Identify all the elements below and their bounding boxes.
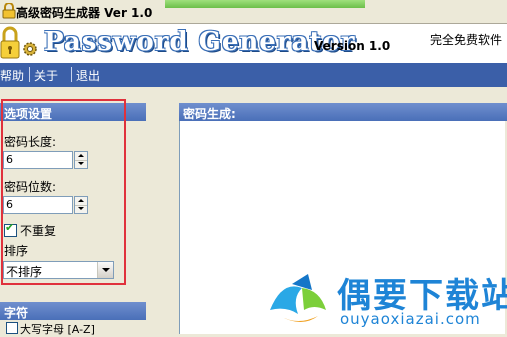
window-title: 高级密码生成器 Ver 1.0 bbox=[16, 6, 153, 20]
password-length-input[interactable]: 6 bbox=[3, 151, 73, 169]
password-count-input[interactable]: 6 bbox=[3, 196, 73, 214]
options-panel-header: 选项设置 bbox=[0, 103, 146, 121]
app-lock-icon bbox=[2, 3, 16, 19]
menu-help[interactable]: 帮助 bbox=[0, 67, 24, 84]
sort-select-value: 不排序 bbox=[6, 265, 43, 279]
password-length-stepper[interactable] bbox=[74, 151, 88, 169]
menu-separator bbox=[71, 67, 72, 82]
chevron-down-icon bbox=[102, 268, 110, 272]
options-panel-title: 选项设置 bbox=[4, 107, 53, 121]
password-count-stepper[interactable] bbox=[74, 196, 88, 214]
uppercase-option-label: 大写字母 [A-Z] bbox=[20, 323, 95, 336]
sort-dropdown-button[interactable] bbox=[97, 262, 113, 278]
generate-panel-title: 密码生成: bbox=[183, 107, 236, 121]
app-logo-text: Password Generator bbox=[44, 27, 356, 57]
no-repeat-label: 不重复 bbox=[20, 224, 57, 238]
free-software-label: 完全免费软件 bbox=[430, 33, 503, 47]
generate-panel-header: 密码生成: bbox=[179, 103, 507, 121]
menu-separator bbox=[29, 67, 30, 82]
characters-panel-header: 字符 bbox=[0, 302, 146, 320]
gear-icon bbox=[23, 42, 37, 56]
password-count-label: 密码位数: bbox=[4, 180, 57, 194]
sort-label: 排序 bbox=[4, 244, 29, 258]
version-label: Version 1.0 bbox=[314, 39, 391, 53]
characters-panel-title: 字符 bbox=[4, 306, 29, 320]
lock-icon bbox=[0, 26, 20, 59]
stepper-down-icon[interactable] bbox=[75, 205, 87, 213]
watermark-logo-icon bbox=[270, 274, 326, 322]
uppercase-checkbox[interactable] bbox=[6, 322, 18, 334]
stepper-down-icon[interactable] bbox=[75, 160, 87, 168]
password-length-label: 密码长度: bbox=[4, 135, 57, 149]
menu-about[interactable]: 关于 bbox=[34, 67, 58, 84]
menu-exit[interactable]: 退出 bbox=[76, 67, 100, 84]
checkmark-icon: ✔ bbox=[5, 221, 15, 234]
watermark-url: ouyaoxiazai.com bbox=[340, 310, 481, 328]
background-window-strip bbox=[165, 0, 365, 8]
